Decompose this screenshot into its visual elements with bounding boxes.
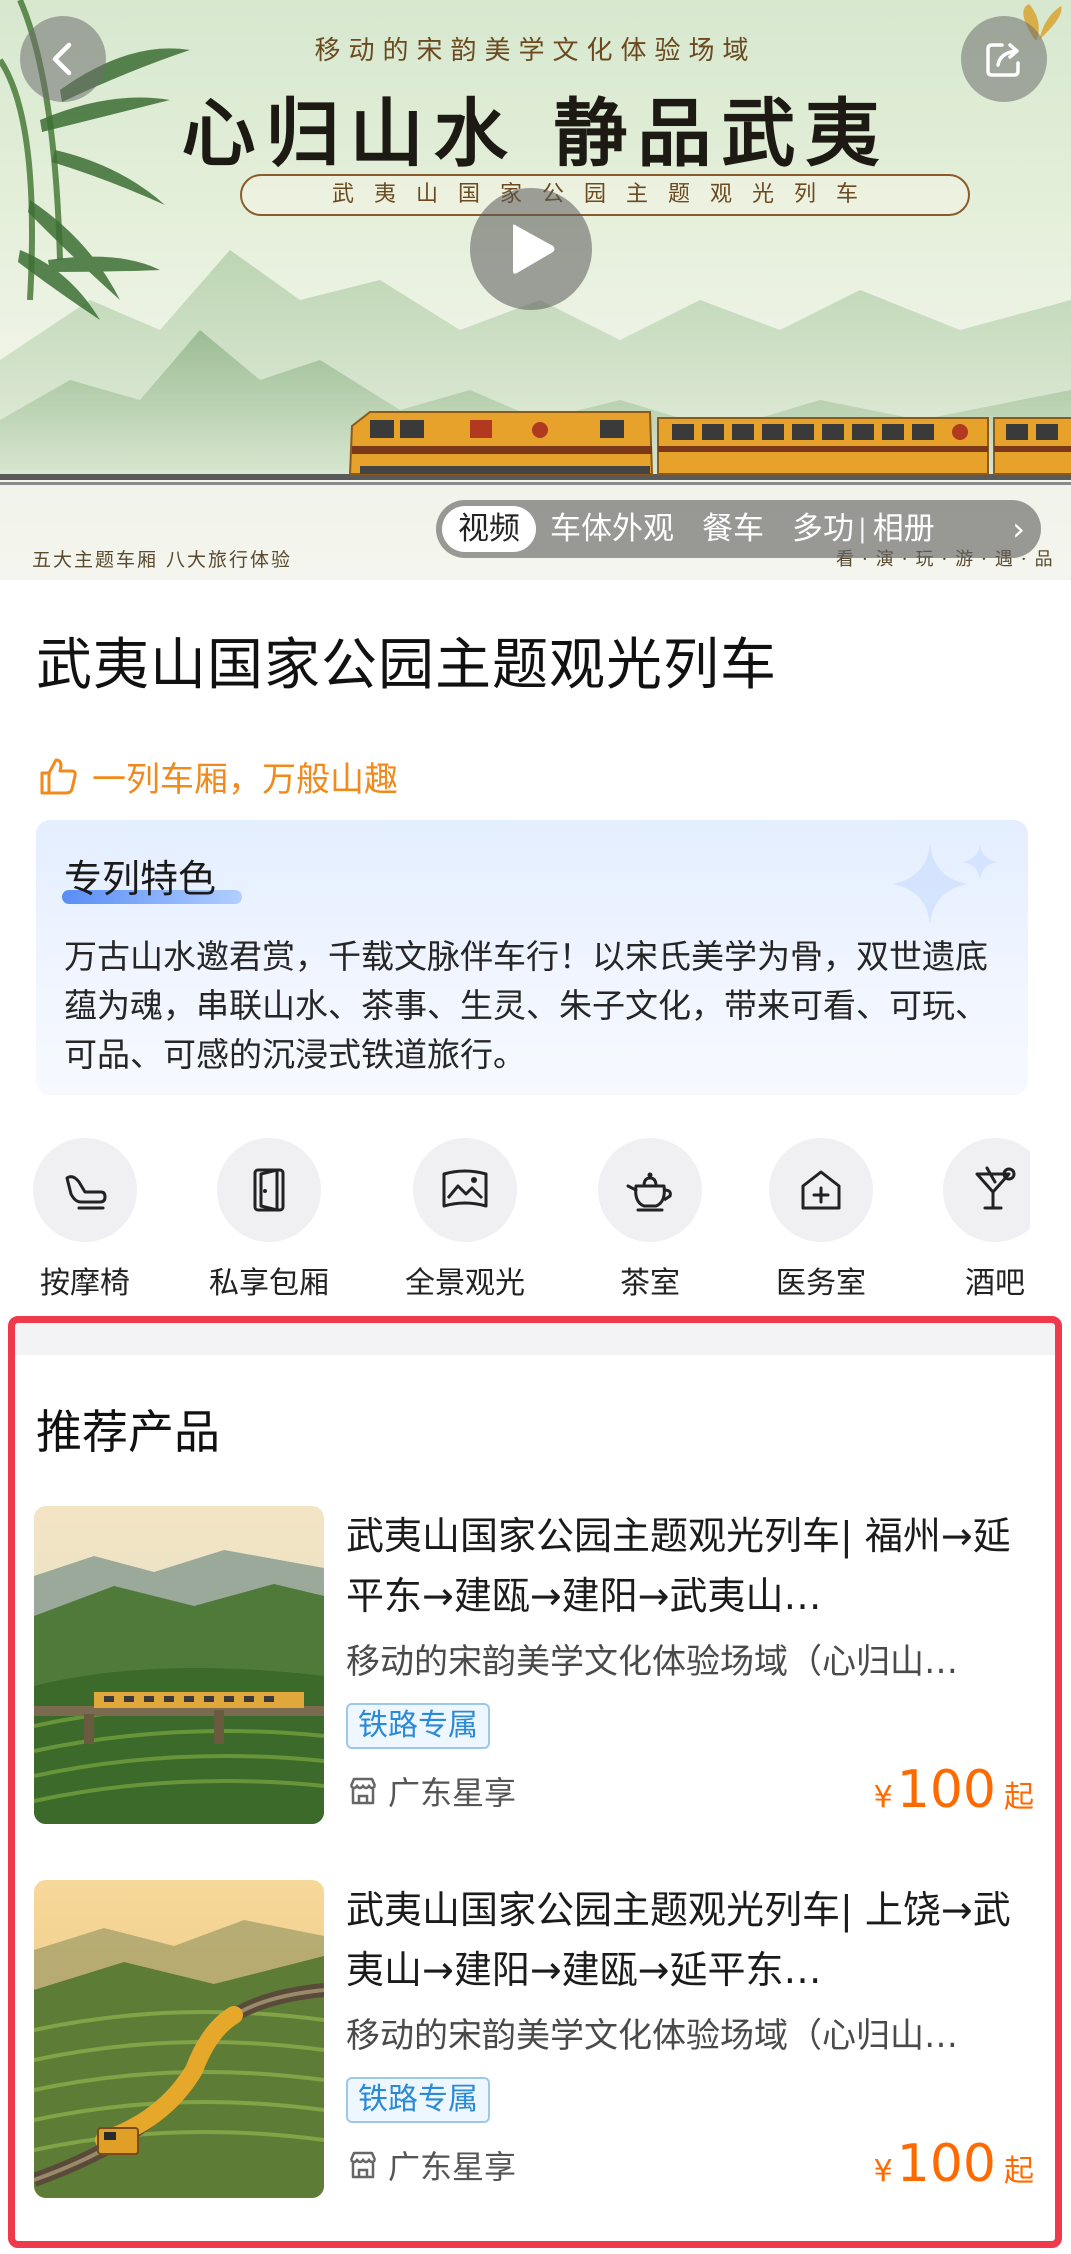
amenity-icon-circle bbox=[943, 1138, 1030, 1242]
amenity-icon-circle bbox=[413, 1138, 517, 1242]
hero-title: 心归山水 静品武夷 bbox=[181, 91, 890, 177]
chevron-right-icon[interactable]: › bbox=[1012, 510, 1035, 548]
amenity-massage-chair[interactable]: 按摩椅 bbox=[10, 1138, 160, 1298]
media-tab-separator: | bbox=[858, 514, 867, 544]
product-seller[interactable]: 广东星享 bbox=[346, 2142, 516, 2188]
amenity-private-room[interactable]: 私享包厢 bbox=[194, 1138, 344, 1298]
media-tab-video[interactable]: 视频 bbox=[442, 506, 536, 552]
teapot-icon bbox=[626, 1172, 672, 1212]
product-description: 移动的宋韵美学文化体验场域（心归山… bbox=[346, 2016, 958, 2056]
cocktail-icon bbox=[975, 1166, 1016, 1210]
product-title[interactable]: 武夷山国家公园主题观光列车| 福州→延平东→建瓯→建阳→武夷山… bbox=[346, 1506, 1036, 1626]
panorama-icon bbox=[442, 1169, 488, 1208]
amenity-tea-room[interactable]: 茶室 bbox=[575, 1138, 725, 1298]
hero-subtitle: 移动的宋韵美学文化体验场域 bbox=[314, 36, 757, 66]
amenity-bar[interactable]: 酒吧 bbox=[920, 1138, 1030, 1298]
product-title: 武夷山国家公园主题观光列车 bbox=[36, 633, 777, 698]
massage-chair-icon bbox=[65, 1175, 107, 1210]
product-image bbox=[34, 1506, 324, 1824]
play-button[interactable] bbox=[470, 188, 592, 310]
amenity-panorama[interactable]: 全景观光 bbox=[390, 1138, 540, 1298]
medical-house-icon bbox=[801, 1170, 841, 1210]
media-tab-exterior[interactable]: 车体外观 bbox=[536, 500, 688, 558]
amenity-icon-circle bbox=[769, 1138, 873, 1242]
price-amount: 100 bbox=[896, 2134, 996, 2194]
feature-card: 专列特色 万古山水邀君赏，千载文脉伴车行！以宋氏美学为骨，双世遗底蕴为魂，串联山… bbox=[36, 820, 1028, 1095]
seller-name: 广东星享 bbox=[388, 2148, 517, 2186]
share-button[interactable] bbox=[961, 16, 1047, 102]
sparkle-icon bbox=[892, 844, 998, 924]
product-slogan: 一列车厢，万般山趣 bbox=[36, 752, 398, 801]
amenity-label: 茶室 bbox=[620, 1266, 680, 1298]
hero-banner: 武夷山国家公园主题观光列车 bbox=[240, 174, 970, 216]
price-currency: ¥ bbox=[873, 2154, 893, 2189]
media-tab-album[interactable]: 相册 bbox=[869, 500, 949, 558]
amenity-label: 按摩椅 bbox=[40, 1266, 130, 1298]
product-image bbox=[34, 1880, 324, 2198]
seller-name: 广东星享 bbox=[388, 1774, 517, 1812]
recommended-heading: 推荐产品 bbox=[36, 1405, 220, 1459]
slogan-text: 一列车厢，万般山趣 bbox=[92, 760, 398, 800]
product-card[interactable]: 武夷山国家公园主题观光列车| 福州→延平东→建瓯→建阳→武夷山… 移动的宋韵美学… bbox=[34, 1506, 1034, 1826]
media-tab-multifunction[interactable]: 多功 bbox=[778, 500, 856, 558]
amenity-label: 私享包厢 bbox=[209, 1266, 329, 1298]
price-currency: ¥ bbox=[873, 1780, 893, 1815]
price-suffix: 起 bbox=[1004, 2154, 1034, 2189]
amenity-icon-circle bbox=[33, 1138, 137, 1242]
media-tab-bar: 视频 车体外观 餐车 多功 | 相册 › bbox=[436, 500, 1041, 558]
feature-body: 万古山水邀君赏，千载文脉伴车行！以宋氏美学为骨，双世遗底蕴为魂，串联山水、茶事、… bbox=[64, 937, 988, 1074]
store-icon bbox=[349, 2151, 377, 2179]
amenity-icon-circle bbox=[598, 1138, 702, 1242]
amenity-label: 医务室 bbox=[776, 1266, 866, 1298]
product-tag: 铁路专属 bbox=[346, 2077, 490, 2123]
product-tag: 铁路专属 bbox=[346, 1703, 490, 1749]
feature-heading: 专列特色 bbox=[64, 857, 217, 901]
product-title[interactable]: 武夷山国家公园主题观光列车| 上饶→武夷山→建阳→建瓯→延平东… bbox=[346, 1880, 1036, 2000]
store-icon bbox=[349, 1777, 377, 1805]
hero-media[interactable]: 移动的宋韵美学文化体验场域 心归山水 静品武夷 武夷山国家公园主题观光列车 五大… bbox=[0, 0, 1071, 580]
price-amount: 100 bbox=[896, 1760, 996, 1820]
product-price: ¥ 100 起 bbox=[874, 1760, 1034, 1820]
price-suffix: 起 bbox=[1004, 1780, 1034, 1815]
share-icon bbox=[986, 43, 1020, 77]
door-icon bbox=[253, 1168, 285, 1212]
product-thumbnail[interactable] bbox=[34, 1880, 324, 2198]
product-card[interactable]: 武夷山国家公园主题观光列车| 上饶→武夷山→建阳→建瓯→延平东… 移动的宋韵美学… bbox=[34, 1880, 1034, 2200]
product-thumbnail[interactable] bbox=[34, 1506, 324, 1824]
hero-left-caption: 五大主题车厢 八大旅行体验 bbox=[32, 549, 293, 571]
back-arrow-icon bbox=[52, 42, 72, 76]
amenities-row: 按摩椅 私享包厢 全景观光 茶室 医务室 酒吧 bbox=[0, 1138, 1030, 1298]
media-tab-dining[interactable]: 餐车 bbox=[688, 500, 778, 558]
thumbs-up-icon bbox=[40, 758, 77, 794]
play-icon bbox=[513, 224, 555, 274]
product-price: ¥ 100 起 bbox=[874, 2134, 1034, 2194]
amenity-medical-room[interactable]: 医务室 bbox=[746, 1138, 896, 1298]
amenity-label: 酒吧 bbox=[965, 1266, 1025, 1298]
amenity-icon-circle bbox=[217, 1138, 321, 1242]
product-description: 移动的宋韵美学文化体验场域（心归山… bbox=[346, 1642, 958, 1682]
product-seller[interactable]: 广东星享 bbox=[346, 1768, 516, 1814]
amenity-label: 全景观光 bbox=[405, 1266, 525, 1298]
back-button[interactable] bbox=[20, 16, 106, 102]
